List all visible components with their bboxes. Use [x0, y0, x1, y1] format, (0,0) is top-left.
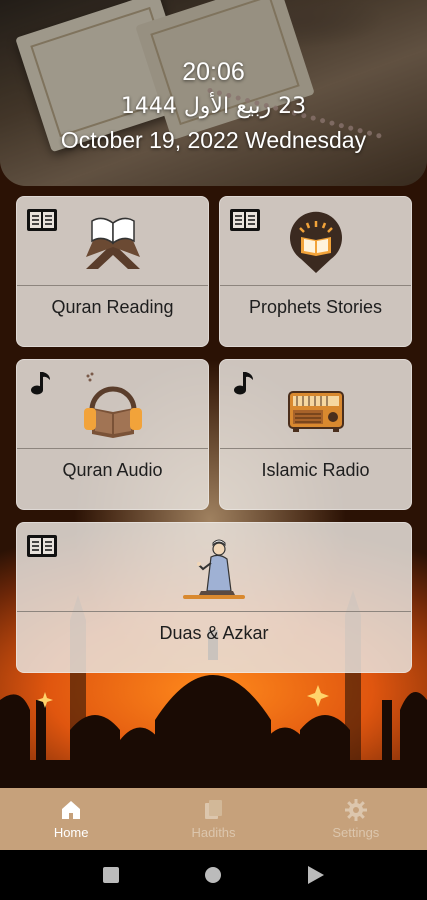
book-open-icon [230, 209, 260, 231]
radio-icon [287, 391, 344, 432]
nav-settings[interactable]: Settings [285, 788, 427, 850]
gear-icon [344, 799, 367, 821]
back-button[interactable] [301, 860, 331, 890]
card-label: Prophets Stories [248, 297, 383, 317]
home-system-button[interactable] [198, 860, 228, 890]
nav-label: Hadiths [191, 825, 236, 840]
nav-label: Settings [332, 825, 380, 840]
card-label: Quran Reading [51, 297, 174, 317]
recents-button[interactable] [96, 860, 126, 890]
music-note-icon [234, 372, 253, 395]
triangle-back-icon [307, 866, 324, 884]
quran-stand-icon [85, 217, 140, 269]
islamic-radio-card[interactable]: Islamic Radio [219, 359, 412, 510]
system-navigation-bar [0, 850, 427, 900]
circle-icon [205, 867, 222, 883]
card-label: Islamic Radio [261, 460, 370, 480]
gregorian-date: October 19, 2022 Wednesday [60, 127, 367, 153]
card-label: Duas & Azkar [159, 623, 269, 643]
music-note-icon [31, 372, 50, 395]
story-book-icon [289, 211, 342, 273]
book-open-icon [27, 209, 57, 231]
praying-man-icon [183, 539, 245, 599]
book-open-icon [27, 535, 57, 557]
quran-audio-card[interactable]: Quran Audio [16, 359, 209, 510]
current-time: 20:06 [182, 58, 245, 86]
hijri-date: 23 ربيع الأول 1444 [120, 94, 307, 119]
card-label: Quran Audio [62, 460, 163, 480]
nav-hadiths[interactable]: Hadiths [142, 788, 284, 850]
header-photo [0, 0, 427, 186]
pages-icon [205, 800, 223, 819]
nav-label: Home [53, 825, 89, 840]
bottom-navigation: Home Hadiths Settings [0, 788, 427, 850]
quran-reading-card[interactable]: Quran Reading [16, 196, 209, 347]
home-icon [62, 801, 81, 819]
prophets-stories-card[interactable]: Prophets Stories [219, 196, 412, 347]
headphones-book-icon [83, 372, 142, 438]
nav-home[interactable]: Home [0, 788, 142, 850]
duas-azkar-card[interactable]: Duas & Azkar [16, 522, 412, 673]
square-icon [103, 867, 120, 883]
